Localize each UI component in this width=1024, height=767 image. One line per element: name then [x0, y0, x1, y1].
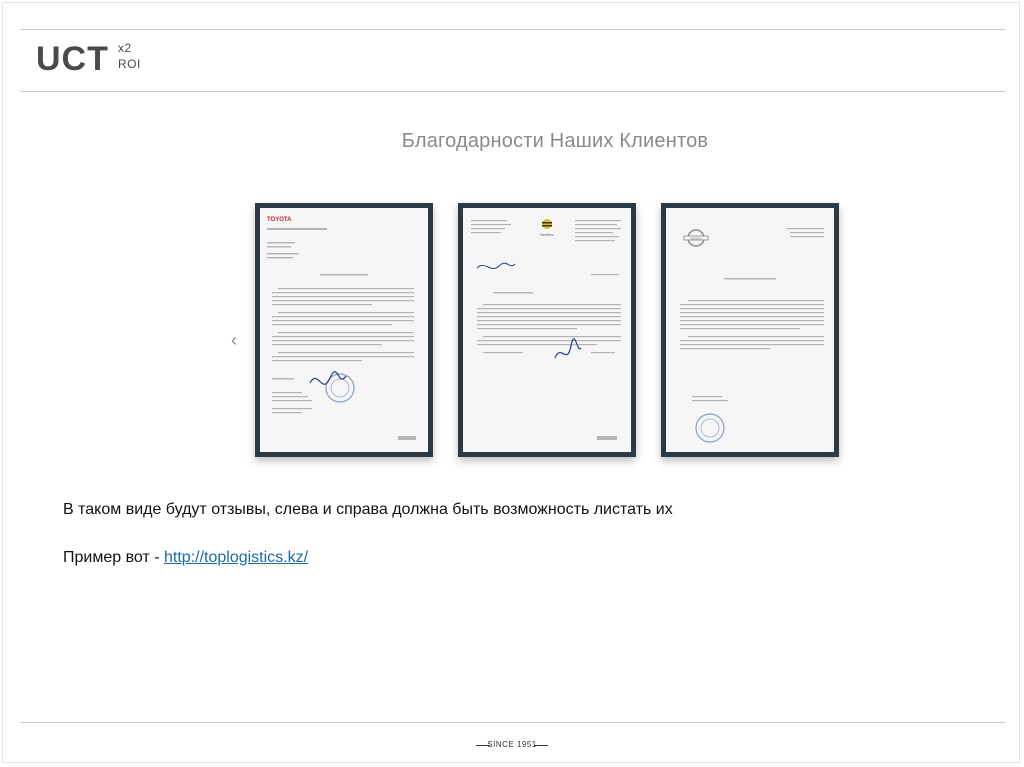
letter-paper: Beeline — [463, 208, 631, 452]
slide-caption: В таком виде будут отзывы, слева и справ… — [63, 501, 673, 518]
letter-document-image: Beeline — [471, 219, 621, 440]
testimonial-letter-beeline[interactable]: Beeline — [458, 203, 636, 457]
logo-subscript: ROI — [118, 57, 141, 71]
slider-title: Благодарности Наших Клиентов — [401, 130, 709, 152]
example-prefix: Пример вот - — [63, 549, 164, 566]
letter-paper: NISSAN — [666, 208, 834, 452]
example-line: Пример вот - http://toplogistics.kz/ — [63, 548, 308, 568]
footer-since: SINCE 1951 — [476, 738, 548, 752]
letter-document-image: TOYOTA — [267, 217, 416, 440]
letter-brand-label: Beeline — [540, 232, 554, 237]
header-divider — [20, 91, 1005, 92]
example-link[interactable]: http://toplogistics.kz/ — [164, 549, 308, 566]
letter-document-image: NISSAN — [680, 228, 824, 443]
testimonial-letter-nissan[interactable]: NISSAN — [661, 203, 839, 457]
letter-brand-label: TOYOTA — [267, 217, 292, 223]
letter-brand-label: NISSAN — [690, 236, 701, 240]
top-divider — [20, 29, 1005, 30]
footer-divider — [20, 722, 1005, 723]
testimonial-letter-toyota[interactable]: TOYOTA — [255, 203, 433, 457]
logo-text: UCT — [36, 40, 109, 78]
logo-superscript: x2 — [118, 41, 132, 55]
letter-paper: TOYOTA — [260, 208, 428, 452]
prev-arrow-icon[interactable]: ‹ — [226, 330, 242, 350]
